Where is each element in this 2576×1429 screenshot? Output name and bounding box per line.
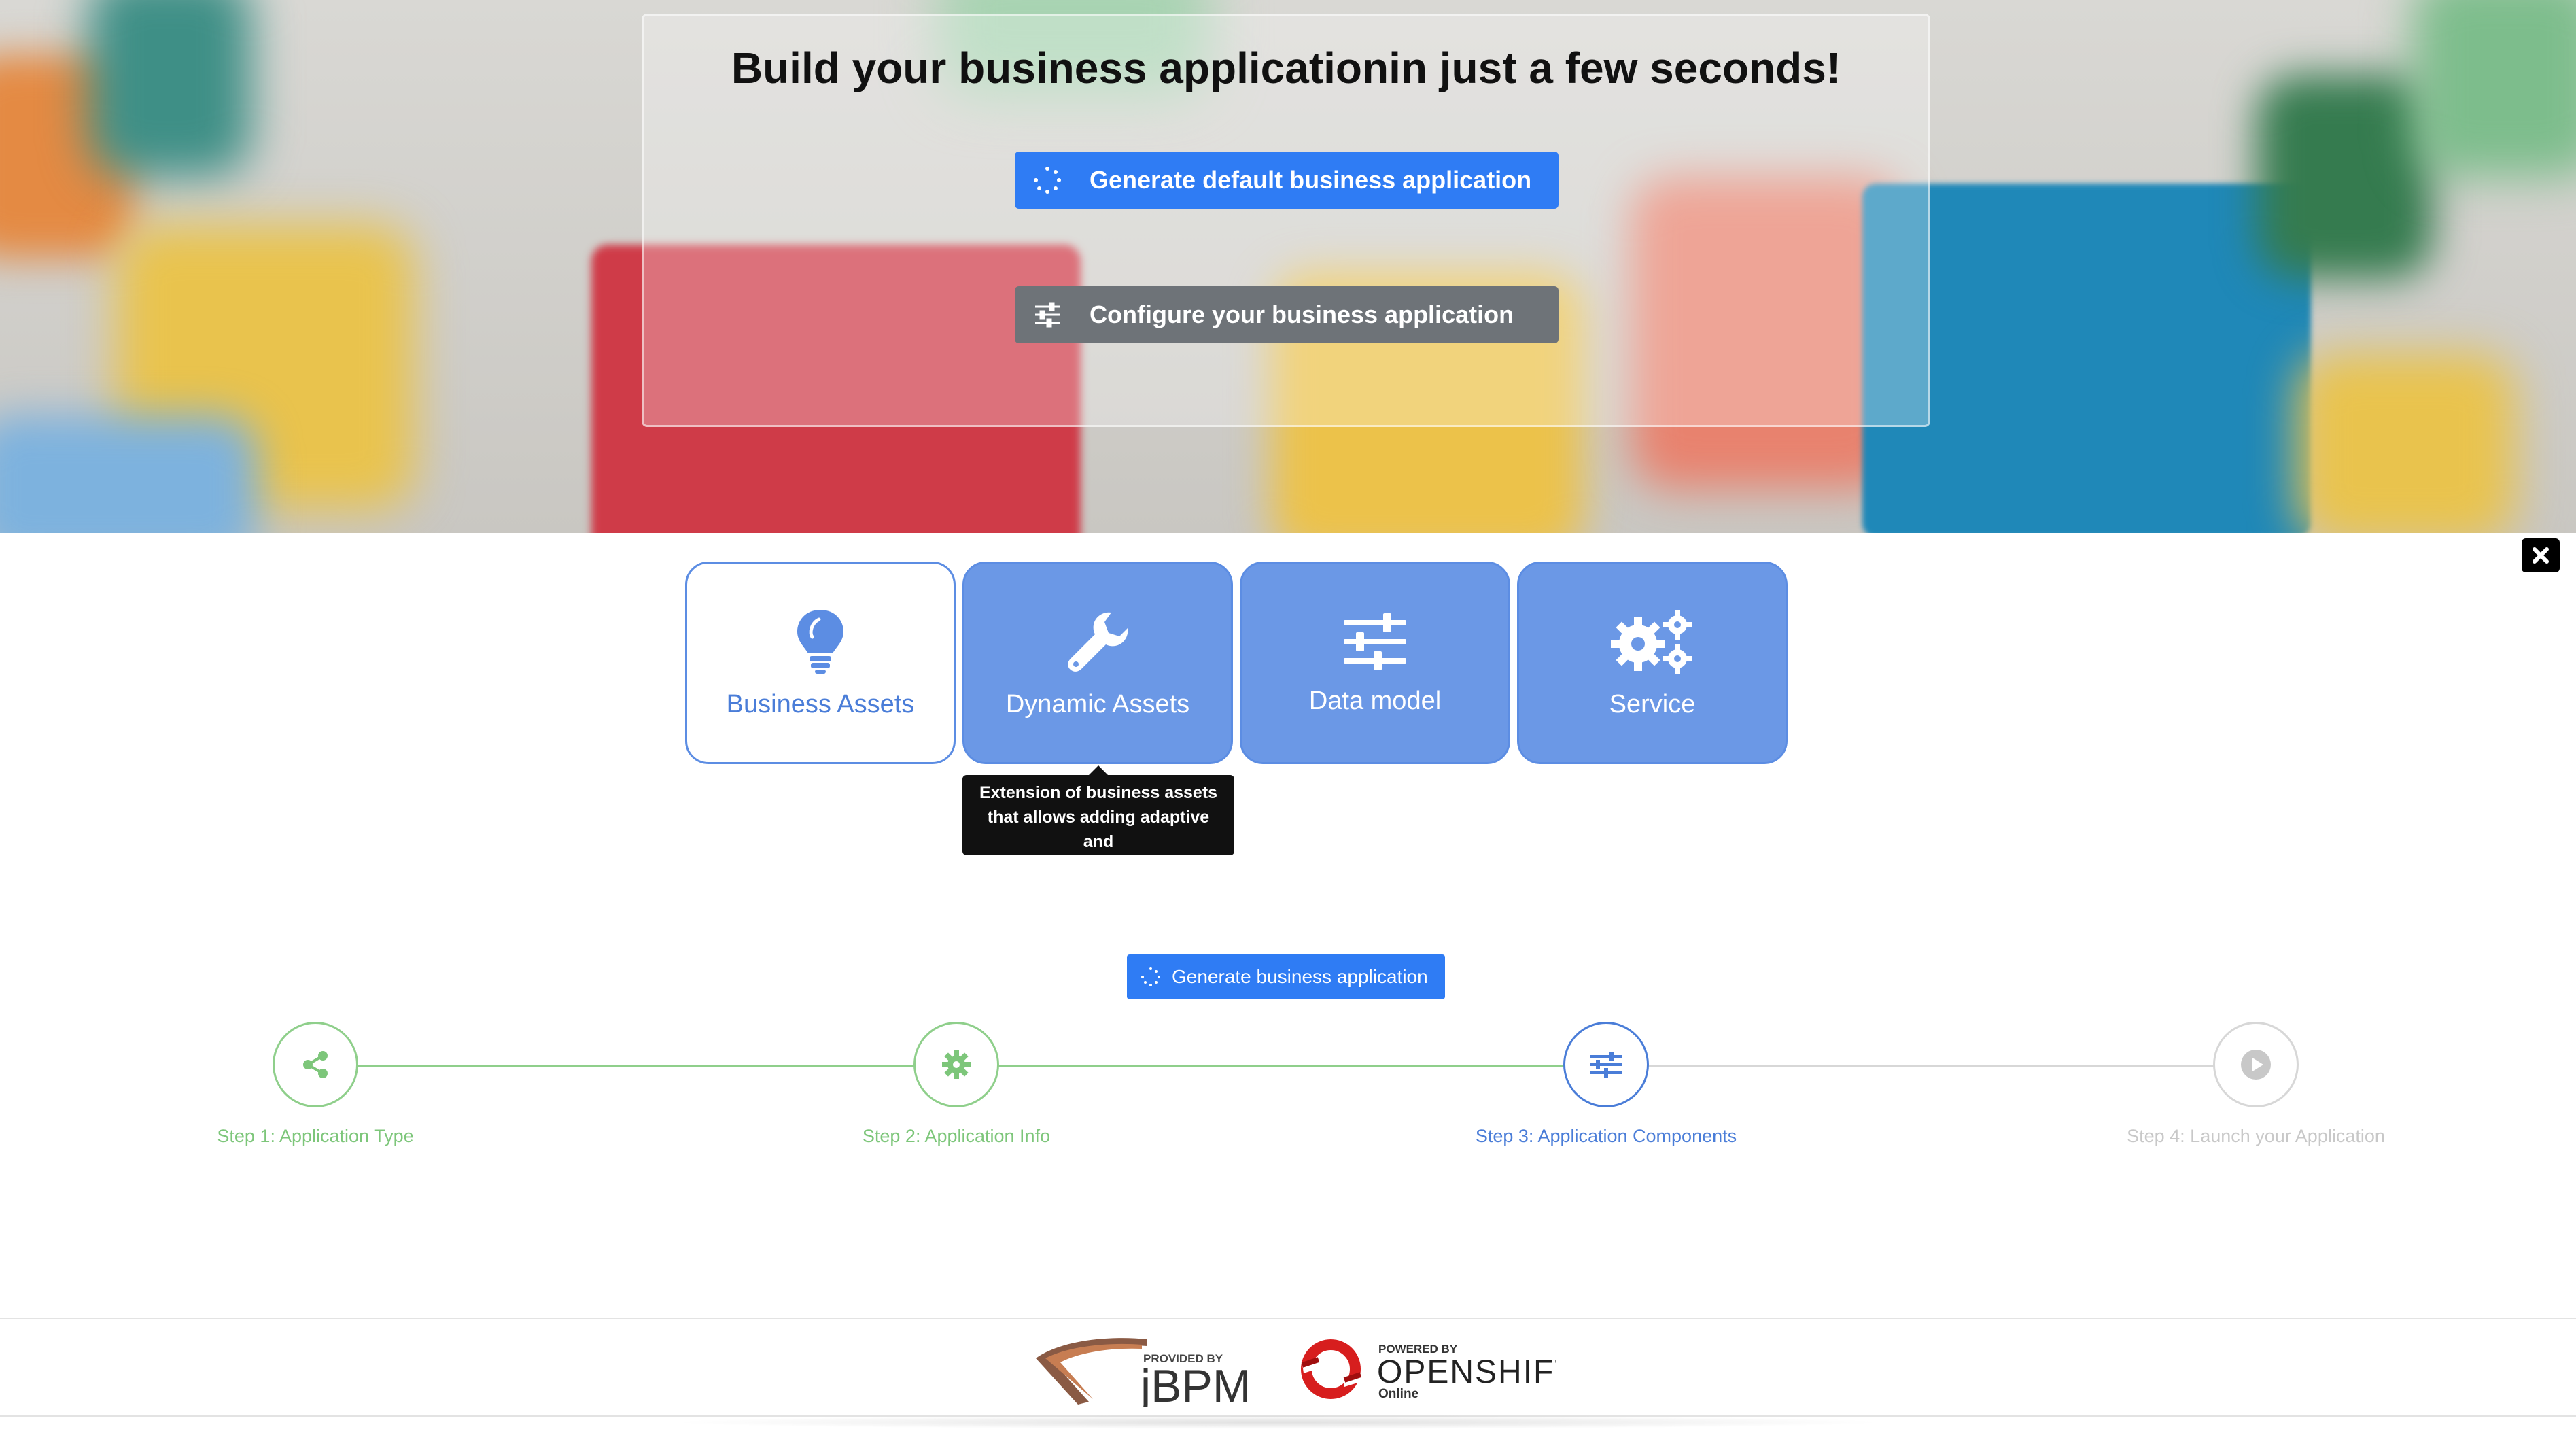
step-3-label: Step 3: Application Components [1475, 1126, 1737, 1146]
gear-icon [942, 1050, 971, 1079]
hero-bg-block [88, 0, 251, 177]
card-data-model[interactable]: Data model [1240, 562, 1510, 764]
step-connector [1648, 1065, 2214, 1067]
spinner-icon [1141, 967, 1160, 986]
jbpm-logo[interactable]: PROVIDED BY jBPM [1033, 1331, 1264, 1407]
tooltip-line: Extension of business assets [979, 783, 1218, 802]
configure-label: Configure your business application [1090, 300, 1514, 328]
spinner-icon [1034, 167, 1061, 194]
lightbulb-icon [797, 609, 843, 674]
step-4-label: Step 4: Launch your Application [2127, 1126, 2385, 1146]
step-3-circle[interactable] [1563, 1022, 1649, 1107]
hero-bg-block [2297, 354, 2515, 533]
openshift-logo[interactable]: POWERED BY OPENSHIFT Online [1298, 1334, 1556, 1402]
footer-shadow [666, 1415, 1890, 1429]
sliders-icon [1344, 613, 1406, 670]
step-2-circle[interactable] [913, 1022, 999, 1107]
tooltip-line: dynamic assets such as cases [975, 857, 1222, 876]
hero-bg-block [2413, 0, 2576, 177]
sliders-icon [1035, 302, 1060, 328]
tooltip-line: that allows adding adaptive and [987, 808, 1210, 851]
hero-panel: Build your business applicationin just a… [642, 14, 1930, 427]
sliders-icon [1590, 1052, 1622, 1078]
generate-default-label: Generate default business application [1090, 166, 1532, 194]
share-icon [303, 1051, 328, 1078]
page-title: Build your business applicationin just a… [731, 44, 1841, 92]
hero-bg-block [0, 415, 258, 533]
gears-icon [1611, 609, 1692, 674]
close-icon [2533, 547, 2549, 564]
hero-bg-block [2257, 75, 2433, 279]
step-connector [358, 1065, 914, 1067]
step-2-label: Step 2: Application Info [862, 1126, 1051, 1146]
card-label: Dynamic Assets [1005, 689, 1190, 719]
step-1-circle[interactable] [273, 1022, 358, 1107]
tooltip: Extension of business assets that allows… [962, 765, 1234, 876]
configure-button[interactable]: Configure your business application [1015, 286, 1559, 343]
generate-button-label: Generate business application [1172, 966, 1428, 987]
card-label: Business Assets [726, 689, 915, 719]
close-button[interactable] [2522, 538, 2560, 572]
card-service[interactable]: Service [1517, 562, 1788, 764]
generate-button[interactable]: Generate business application [1127, 954, 1445, 999]
step-connector [998, 1065, 1564, 1067]
generate-default-button[interactable]: Generate default business application [1015, 152, 1559, 209]
hero-banner: Build your business applicationin just a… [0, 0, 2576, 533]
jbpm-name: jBPM [1139, 1360, 1251, 1407]
card-dynamic-assets[interactable]: Dynamic Assets [962, 562, 1233, 764]
card-business-assets[interactable]: Business Assets [685, 562, 956, 764]
openshift-online: Online [1378, 1387, 1418, 1401]
step-1-label: Step 1: Application Type [217, 1126, 414, 1146]
step-4-circle[interactable] [2213, 1022, 2299, 1107]
wrench-icon [1068, 612, 1128, 672]
card-label: Data model [1308, 686, 1442, 715]
openshift-name: OPENSHIFT [1377, 1354, 1556, 1390]
play-icon [2241, 1050, 2271, 1080]
footer: PROVIDED BY jBPM POWERED BY OPENSHIFT On… [0, 1318, 2576, 1417]
card-label: Service [1609, 689, 1696, 719]
